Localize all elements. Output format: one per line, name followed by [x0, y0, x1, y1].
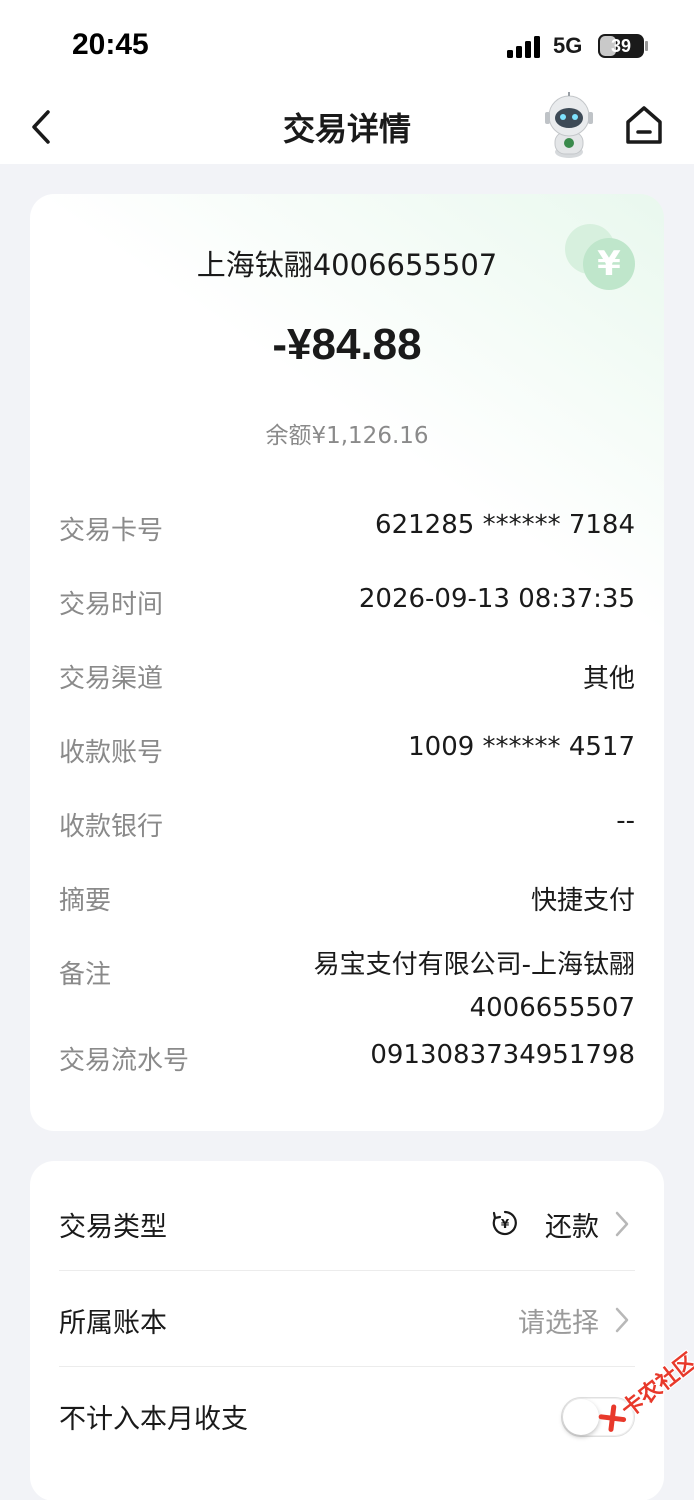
repay-icon: ¥ — [492, 1210, 517, 1236]
detail-label: 交易渠道 — [59, 664, 164, 694]
detail-value: -- — [616, 806, 635, 836]
detail-label: 摘要 — [59, 886, 112, 916]
list-label: 不计入本月收支 — [59, 1404, 248, 1435]
detail-value: 快捷支付 — [530, 886, 635, 916]
svg-text:¥: ¥ — [501, 1217, 510, 1231]
detail-value: 0913083734951798 — [370, 1040, 635, 1070]
chevron-right-icon — [615, 1307, 629, 1333]
list-value: 请选择 — [518, 1308, 599, 1339]
nav-bar: 交易详情 — [0, 90, 694, 164]
detail-value: 1009 ****** 4517 — [408, 732, 635, 762]
home-icon[interactable] — [622, 102, 666, 148]
detail-label: 收款账号 — [59, 738, 164, 768]
detail-value: 2026-09-13 08:37:35 — [358, 584, 635, 614]
detail-label: 备注 — [59, 960, 112, 990]
merchant-name: 上海钛翮4006655507 — [196, 248, 498, 282]
detail-label: 交易时间 — [59, 590, 164, 620]
list-label: 交易类型 — [59, 1212, 167, 1243]
status-bar: 20:45 5G 39 — [0, 0, 694, 90]
battery-icon: 39 — [598, 34, 644, 58]
network-type: 5G — [553, 33, 583, 58]
transaction-type-row[interactable]: 交易类型 ¥ 还款 — [59, 1175, 635, 1271]
settings-card: 交易类型 ¥ 还款 所属账本 请选择 不计入本月收支 — [30, 1161, 664, 1500]
status-time: 20:45 — [72, 28, 149, 61]
detail-label: 收款银行 — [59, 812, 164, 842]
toggle-knob — [563, 1399, 599, 1435]
transaction-card: ¥ 上海钛翮4006655507 -¥84.88 余额¥1,126.16 交易卡… — [30, 194, 664, 1131]
detail-label: 交易流水号 — [59, 1046, 190, 1076]
chevron-right-icon — [615, 1211, 629, 1237]
detail-value: 易宝支付有限公司-上海钛翮4006655507 — [313, 950, 635, 1023]
battery-tip — [645, 41, 648, 51]
account-balance: 余额¥1,126.16 — [265, 423, 429, 449]
list-label: 所属账本 — [59, 1308, 167, 1339]
detail-label: 交易卡号 — [59, 516, 164, 546]
battery-percent: 39 — [610, 36, 632, 56]
transaction-amount: -¥84.88 — [272, 320, 422, 369]
cellular-signal-icon — [507, 36, 540, 58]
ledger-row[interactable]: 所属账本 请选择 — [59, 1271, 635, 1367]
detail-value: 621285 ****** 7184 — [375, 510, 635, 540]
detail-value: 其他 — [582, 664, 635, 694]
robot-assistant-icon[interactable] — [538, 92, 600, 160]
exclude-monthly-row: 不计入本月收支 — [59, 1367, 635, 1463]
list-value: 还款 — [545, 1212, 599, 1243]
